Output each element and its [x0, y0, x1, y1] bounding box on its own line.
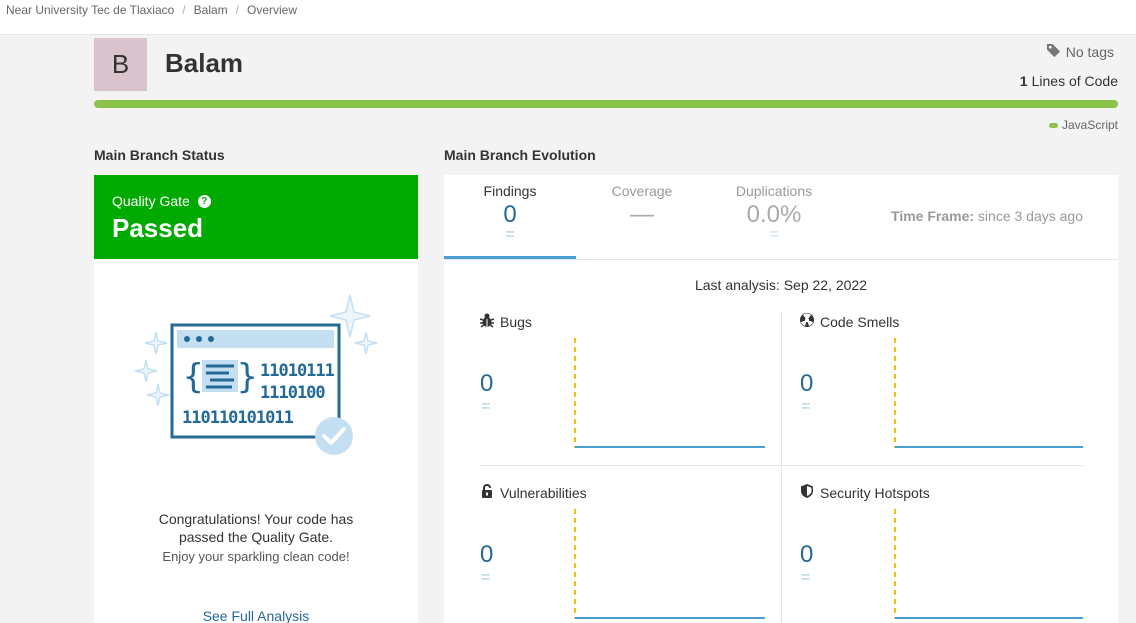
- tab-label: Duplications: [735, 183, 813, 199]
- tab-value: —: [630, 201, 654, 228]
- breadcrumb-separator: /: [235, 3, 239, 17]
- metric-label: Vulnerabilities: [500, 484, 587, 501]
- help-icon[interactable]: ?: [197, 194, 211, 208]
- language-legend: JavaScript: [1048, 118, 1118, 132]
- project-name: Balam: [165, 48, 244, 78]
- top-bar: Near University Tec de Tlaxiaco / Balam …: [0, 0, 1136, 35]
- lock-icon: [479, 483, 495, 502]
- svg-text:110110101011: 110110101011: [182, 408, 294, 428]
- metric-header: Vulnerabilities: [479, 483, 587, 502]
- metric-trend: =: [801, 569, 811, 586]
- main-branch-status-title: Main Branch Status: [94, 147, 225, 163]
- metric-label: Code Smells: [820, 313, 900, 330]
- metric-value[interactable]: 0: [480, 541, 493, 569]
- tab-coverage[interactable]: Coverage —: [576, 175, 708, 260]
- tag-icon: [1046, 43, 1061, 61]
- congrats-line-1: Congratulations! Your code has: [158, 511, 354, 527]
- lines-of-code[interactable]: 1 Lines of Code: [1020, 73, 1118, 89]
- branch-evolution-card: Findings 0 = Coverage — Duplications 0.0…: [444, 175, 1118, 623]
- code-smell-icon: [799, 312, 815, 331]
- metric-value[interactable]: 0: [800, 541, 813, 569]
- svg-text:{: {: [183, 357, 203, 397]
- tab-trend: =: [505, 226, 515, 243]
- shield-icon: [799, 483, 815, 502]
- svg-text:1110100: 1110100: [260, 383, 325, 403]
- metric-label: Bugs: [500, 313, 532, 330]
- metric-bugs[interactable]: Bugs 0 =: [479, 312, 779, 472]
- metric-trend: =: [481, 569, 491, 586]
- bugs-sparkline: [574, 338, 765, 448]
- project-tags[interactable]: No tags: [1046, 43, 1114, 61]
- congratulations-message: Congratulations! Your code has passed th…: [94, 510, 418, 546]
- tabs-divider: [444, 259, 1118, 260]
- metric-header: Code Smells: [799, 312, 899, 331]
- congrats-line-2: passed the Quality Gate.: [178, 529, 334, 545]
- code-smells-sparkline: [894, 338, 1083, 448]
- metric-label: Security Hotspots: [820, 484, 930, 501]
- metric-header: Bugs: [479, 312, 532, 331]
- breadcrumb-separator: /: [182, 3, 186, 17]
- svg-text:}: }: [237, 357, 257, 397]
- breadcrumb-organization[interactable]: Near University Tec de Tlaxiaco: [6, 3, 174, 17]
- tags-label: No tags: [1065, 44, 1114, 60]
- tab-value: 0.0%: [746, 201, 802, 228]
- metric-vulnerabilities[interactable]: Vulnerabilities 0 =: [479, 483, 779, 623]
- quality-gate-card: Quality Gate ? Passed { } 11010111 11101…: [94, 175, 418, 623]
- language-distribution-bar: [94, 100, 1118, 108]
- time-frame: Time Frame: since 3 days ago: [891, 208, 1083, 224]
- project-avatar: B: [94, 38, 147, 91]
- language-color-dot: [1048, 122, 1058, 128]
- lines-of-code-label: Lines of Code: [1031, 73, 1118, 89]
- svg-text:11010111: 11010111: [260, 361, 335, 381]
- time-frame-value: since 3 days ago: [977, 208, 1083, 224]
- lines-of-code-value: 1: [1019, 73, 1028, 89]
- tab-trend: =: [769, 226, 779, 243]
- tab-label: Coverage: [611, 183, 673, 199]
- last-analysis-date: Last analysis: Sep 22, 2022: [694, 277, 867, 293]
- clean-code-illustration: { } 11010111 1110100 110110101011: [134, 290, 379, 470]
- breadcrumb: Near University Tec de Tlaxiaco / Balam …: [6, 3, 297, 17]
- quality-gate-header: Quality Gate ? Passed: [94, 175, 418, 259]
- tab-duplications[interactable]: Duplications 0.0% =: [708, 175, 840, 260]
- vulnerabilities-sparkline: [574, 509, 765, 619]
- tab-value: 0: [503, 201, 517, 228]
- metric-trend: =: [801, 398, 811, 415]
- metric-value[interactable]: 0: [800, 370, 813, 398]
- tab-findings[interactable]: Findings 0 =: [444, 175, 576, 260]
- quality-gate-label: Quality Gate: [112, 193, 190, 209]
- language-name: JavaScript: [1061, 118, 1118, 132]
- metric-header: Security Hotspots: [799, 483, 930, 502]
- enjoy-message: Enjoy your sparkling clean code!: [162, 549, 350, 564]
- metric-security-hotspots[interactable]: Security Hotspots 0 =: [799, 483, 1099, 623]
- time-frame-label: Time Frame:: [891, 208, 975, 224]
- breadcrumb-project[interactable]: Balam: [194, 3, 228, 17]
- metric-value[interactable]: 0: [480, 370, 493, 398]
- see-full-analysis-link[interactable]: See Full Analysis: [94, 608, 418, 623]
- metric-trend: =: [481, 398, 491, 415]
- tab-label: Findings: [483, 183, 537, 199]
- security-hotspots-sparkline: [894, 509, 1083, 619]
- quality-gate-label-row: Quality Gate ?: [112, 193, 400, 209]
- breadcrumb-overview[interactable]: Overview: [247, 3, 297, 17]
- bug-icon: [479, 312, 495, 331]
- main-branch-evolution-title: Main Branch Evolution: [444, 147, 596, 163]
- metric-code-smells[interactable]: Code Smells 0 =: [799, 312, 1099, 472]
- metrics-vertical-divider: [781, 312, 782, 623]
- quality-gate-status: Passed: [112, 213, 204, 243]
